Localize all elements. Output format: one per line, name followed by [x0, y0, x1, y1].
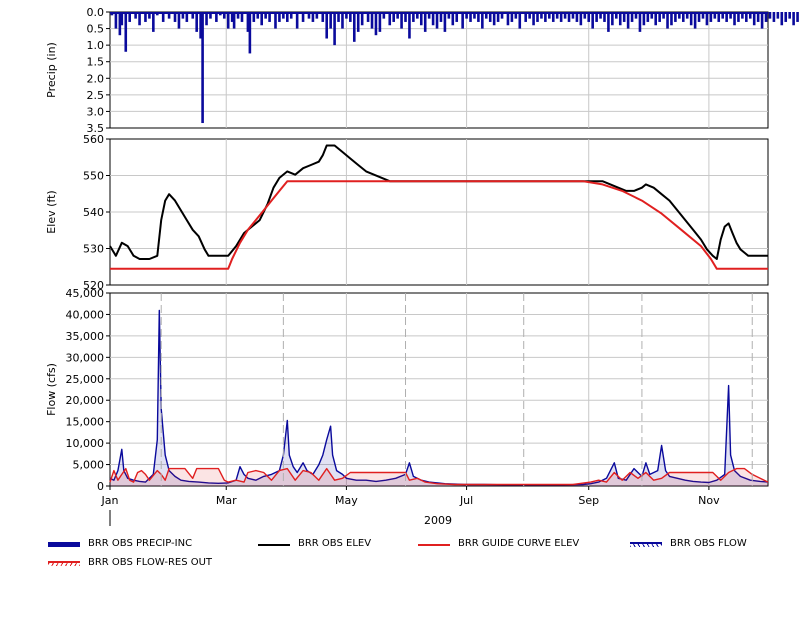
precip-bar	[772, 12, 776, 22]
y-tick-label: 40,000	[66, 308, 105, 321]
y-tick-label: 0.5	[87, 23, 105, 36]
legend-swatch-guide	[418, 544, 450, 546]
precip-bar	[626, 12, 630, 29]
precip-panel: 0.00.51.01.52.02.53.03.5Precip (in)	[45, 6, 799, 135]
precip-bar	[248, 12, 252, 54]
plot-frame	[109, 11, 769, 129]
precip-bar	[329, 12, 332, 29]
precip-bar	[461, 12, 464, 29]
x-axis-year-label: 2009	[424, 514, 452, 527]
legend: BRR OBS PRECIP-INC BRR OBS ELEV BRR GUID…	[0, 530, 800, 590]
y-tick-label: 2.0	[87, 72, 105, 85]
legend-label-flow: BRR OBS FLOW	[670, 538, 747, 549]
y-tick-label: 0	[97, 480, 104, 493]
y-tick-label: 45,000	[66, 287, 105, 300]
precip-bar	[768, 12, 772, 19]
precip-bar	[792, 12, 795, 26]
precip-bar	[408, 12, 411, 39]
legend-swatch-resout	[48, 561, 80, 566]
y-axis-label: Precip (in)	[45, 42, 58, 98]
flow-panel: 0 5,000 10,000 15,000 20,000 25,000 30,000 35,0…	[45, 287, 769, 493]
legend-label-elev: BRR OBS ELEV	[298, 538, 372, 549]
y-tick-label: 0.0	[87, 6, 105, 19]
legend-label-guide: BRR GUIDE CURVE ELEV	[458, 538, 580, 549]
y-tick-label: 2.5	[87, 89, 105, 102]
x-tick-label: Sep	[578, 494, 599, 507]
y-tick-label: 35,000	[66, 330, 105, 343]
precip-bar	[638, 12, 642, 32]
precip-bar	[201, 12, 204, 124]
y-tick-label: 1.5	[87, 56, 105, 69]
precip-bar	[796, 12, 799, 22]
precip-bar	[481, 12, 484, 29]
y-tick-label: 560	[83, 133, 104, 146]
precip-bar	[780, 12, 784, 26]
legend-label-resout: BRR OBS FLOW-RES OUT	[88, 557, 213, 568]
precip-bar	[607, 12, 610, 32]
y-tick-label: 550	[83, 170, 104, 183]
x-tick-label: May	[335, 494, 358, 507]
precip-bar	[295, 12, 299, 29]
x-tick-label: Jul	[459, 494, 473, 507]
precip-bar	[325, 12, 329, 39]
y-tick-label: 30,000	[66, 351, 105, 364]
legend-swatch-precip	[48, 542, 80, 547]
precip-bar	[591, 12, 594, 29]
plot-frame	[109, 292, 769, 487]
x-tick-label: Mar	[216, 494, 237, 507]
y-tick-label: 3.0	[87, 105, 105, 118]
precip-bar	[776, 12, 780, 19]
y-tick-label: 25,000	[66, 373, 105, 386]
precip-bar	[124, 12, 128, 52]
precip-bar	[400, 12, 403, 29]
x-tick-label: Nov	[698, 494, 720, 507]
precip-bar	[352, 12, 356, 42]
precip-bar	[378, 12, 382, 32]
precip-bar	[435, 12, 439, 29]
x-tick-label: Jan	[101, 494, 119, 507]
precip-bar	[518, 12, 522, 29]
precip-bar	[666, 12, 669, 29]
y-tick-label: 5,000	[73, 459, 105, 472]
y-axis-label: Flow (cfs)	[45, 363, 58, 416]
y-tick-label: 530	[83, 243, 104, 256]
precip-bar	[760, 12, 764, 29]
y-tick-label: 15,000	[66, 416, 105, 429]
legend-label-precip: BRR OBS PRECIP-INC	[88, 538, 193, 549]
precip-bar	[195, 12, 198, 32]
y-axis-label: Elev (ft)	[45, 190, 58, 233]
y-tick-label: 10,000	[66, 437, 105, 450]
precip-bar	[341, 12, 344, 29]
precip-bar	[274, 12, 277, 29]
y-tick-label: 20,000	[66, 394, 105, 407]
precip-bar	[333, 12, 336, 46]
precip-bar	[356, 12, 360, 32]
precip-bar	[374, 12, 378, 36]
y-tick-label: 1.0	[87, 39, 105, 52]
precip-bar	[788, 12, 791, 19]
precip-bar	[784, 12, 788, 22]
legend-swatch-elev	[258, 544, 290, 546]
precip-bar	[152, 12, 155, 32]
precip-bar	[114, 12, 118, 29]
legend-swatch-flow	[630, 542, 662, 547]
precip-bar	[177, 12, 181, 29]
precip-bar	[443, 12, 447, 32]
precip-bar	[232, 12, 236, 29]
precip-bar	[693, 12, 697, 29]
x-axis: Jan Mar May Jul Sep Nov 2009	[101, 486, 720, 527]
precip-bar	[226, 12, 230, 29]
precip-bar	[370, 12, 374, 29]
precip-bar	[423, 12, 427, 32]
elevation-panel: 520530540550560Elev (ft)	[45, 133, 769, 292]
y-tick-label: 540	[83, 206, 104, 219]
